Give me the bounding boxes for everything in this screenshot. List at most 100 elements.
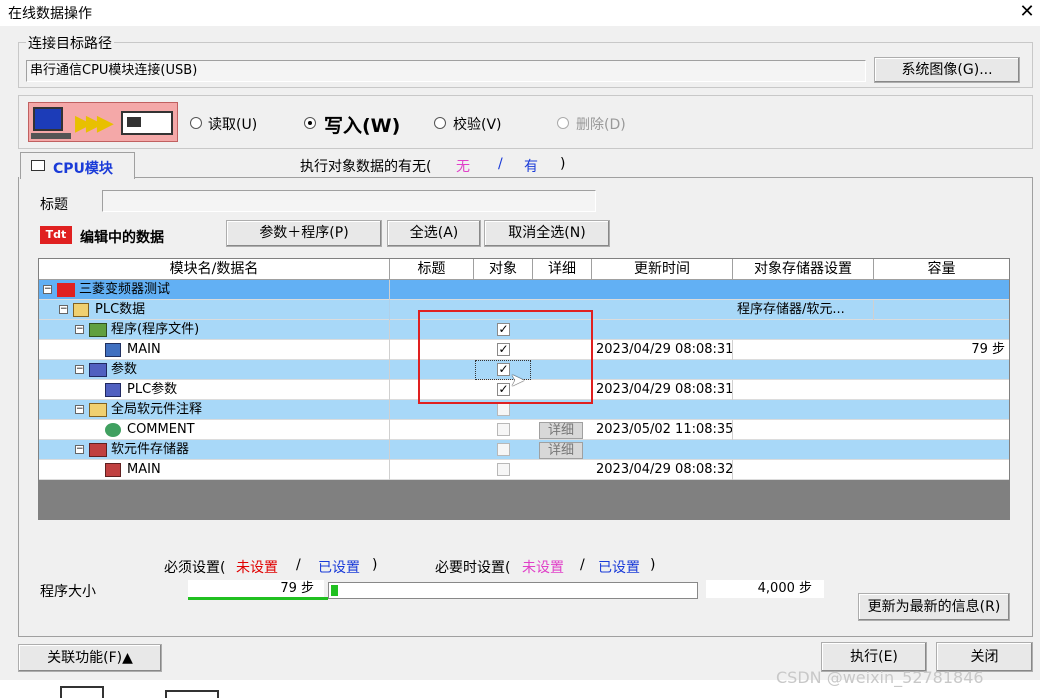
row-name: 软元件存储器 xyxy=(111,442,190,457)
target-checkbox[interactable] xyxy=(497,423,510,436)
program-size-total: 4,000 步 xyxy=(706,580,824,598)
target-close: ) xyxy=(560,156,566,172)
optional-settings-label: 必要时设置( xyxy=(435,560,511,576)
row-update-time: 2023/04/29 08:08:31 xyxy=(592,340,733,360)
col-header-memory[interactable]: 对象存储器设置 xyxy=(733,259,874,279)
read-radio[interactable] xyxy=(190,117,202,129)
select-all-button[interactable]: 全选(A) xyxy=(387,220,481,247)
col-header-detail[interactable]: 详细 xyxy=(533,259,592,279)
write-label: 写入(W) xyxy=(324,115,401,137)
target-checkbox[interactable] xyxy=(497,403,510,416)
row-name: COMMENT xyxy=(127,422,195,437)
target-checkbox[interactable] xyxy=(497,463,510,476)
table-row[interactable]: − 三菱变频器测试 xyxy=(39,280,1009,300)
tab-label: CPU模块 xyxy=(53,161,113,177)
detail-button[interactable]: 详细 xyxy=(539,422,583,439)
row-capacity: 79 步 xyxy=(971,342,1005,357)
program-size-label: 程序大小 xyxy=(40,584,96,600)
row-update-time: 2023/05/02 11:08:35 xyxy=(592,420,733,440)
cpu-module-icon xyxy=(31,160,45,171)
device-memory-icon xyxy=(89,443,107,457)
required-set: 已设置 xyxy=(318,560,360,576)
close-window-icon[interactable]: ✕ xyxy=(1014,0,1040,24)
collapse-icon[interactable]: − xyxy=(75,365,84,374)
row-update-time: 2023/04/29 08:08:31 xyxy=(592,380,733,400)
project-icon xyxy=(57,283,75,297)
target-has: 有 xyxy=(524,159,538,175)
device-icon xyxy=(165,690,219,698)
table-row[interactable]: COMMENT 详细 2023/05/02 11:08:35 xyxy=(39,420,1009,440)
refresh-button[interactable]: 更新为最新的信息(R) xyxy=(858,593,1010,621)
table-row[interactable]: MAIN 2023/04/29 08:08:32 xyxy=(39,460,1009,480)
collapse-icon[interactable]: − xyxy=(43,285,52,294)
program-size-used: 79 步 xyxy=(188,580,324,598)
editing-data-icon: Tdt xyxy=(40,226,72,244)
write-radio[interactable] xyxy=(304,117,316,129)
folder-icon xyxy=(73,303,89,317)
device-memory-file-icon xyxy=(105,463,121,477)
table-row[interactable]: − 软元件存储器 详细 xyxy=(39,440,1009,460)
row-name: 三菱变频器测试 xyxy=(79,282,171,297)
mouse-cursor-icon: ➤ xyxy=(510,370,526,391)
device-icon xyxy=(60,686,104,698)
connection-legend: 连接目标路径 xyxy=(26,33,114,53)
related-functions-button[interactable]: 关联功能(F)▲ xyxy=(18,644,162,672)
required-close: ) xyxy=(372,557,378,573)
optional-unset: 未设置 xyxy=(522,560,564,576)
watermark: CSDN @weixin_52781846 xyxy=(776,668,984,687)
title-label: 标题 xyxy=(40,197,68,213)
delete-radio xyxy=(557,117,569,129)
optional-close: ) xyxy=(650,557,656,573)
folder-icon xyxy=(89,403,107,417)
target-checkbox[interactable] xyxy=(497,443,510,456)
program-file-icon xyxy=(105,343,121,357)
comment-icon xyxy=(105,423,121,437)
target-sep: / xyxy=(498,156,503,172)
col-header-target[interactable]: 对象 xyxy=(474,259,533,279)
progress-fill xyxy=(331,585,338,596)
read-label: 读取(U) xyxy=(208,117,258,133)
row-name: 全局软元件注释 xyxy=(111,402,203,417)
row-memory: 程序存储器/软元... xyxy=(733,300,874,320)
title-bar xyxy=(0,0,1049,26)
title-input[interactable] xyxy=(102,190,596,212)
required-sep: / xyxy=(296,557,301,573)
col-header-capacity[interactable]: 容量 xyxy=(874,259,1009,279)
row-name: MAIN xyxy=(127,462,161,477)
collapse-icon[interactable]: − xyxy=(75,445,84,454)
system-image-button[interactable]: 系统图像(G)... xyxy=(874,57,1020,83)
right-edge xyxy=(1040,26,1049,698)
col-header-update[interactable]: 更新时间 xyxy=(592,259,733,279)
required-unset: 未设置 xyxy=(236,560,278,576)
row-name: MAIN xyxy=(127,342,161,357)
collapse-icon[interactable]: − xyxy=(75,325,84,334)
detail-button[interactable]: 详细 xyxy=(539,442,583,459)
program-size-progress xyxy=(328,582,698,599)
window-title: 在线数据操作 xyxy=(8,6,92,22)
highlight-box xyxy=(418,310,593,404)
collapse-icon[interactable]: − xyxy=(59,305,68,314)
row-name: PLC数据 xyxy=(95,302,146,317)
col-header-title[interactable]: 标题 xyxy=(390,259,474,279)
verify-radio[interactable] xyxy=(434,117,446,129)
tab-cpu-module[interactable]: CPU模块 xyxy=(20,152,135,179)
verify-label: 校验(V) xyxy=(453,117,502,133)
table-header: 模块名/数据名 标题 对象 详细 更新时间 对象存储器设置 容量 xyxy=(39,259,1009,280)
connection-path-field: 串行通信CPU模块连接(USB) xyxy=(26,60,866,82)
program-icon xyxy=(89,323,107,337)
editing-data-label: 编辑中的数据 xyxy=(80,230,164,246)
col-header-name[interactable]: 模块名/数据名 xyxy=(39,259,390,279)
program-size-used-bar xyxy=(188,597,328,600)
deselect-all-button[interactable]: 取消全选(N) xyxy=(484,220,610,247)
target-none: 无 xyxy=(456,159,470,175)
collapse-icon[interactable]: − xyxy=(75,405,84,414)
row-update-time: 2023/04/29 08:08:32 xyxy=(592,460,733,480)
params-program-button[interactable]: 参数＋程序(P) xyxy=(226,220,382,247)
delete-label: 删除(D) xyxy=(576,117,626,133)
row-name: PLC参数 xyxy=(127,382,178,397)
target-data-label: 执行对象数据的有无( xyxy=(300,159,432,175)
row-name: 参数 xyxy=(111,362,138,377)
plc-parameter-icon xyxy=(105,383,121,397)
parameter-icon xyxy=(89,363,107,377)
required-settings-label: 必须设置( xyxy=(164,560,226,576)
